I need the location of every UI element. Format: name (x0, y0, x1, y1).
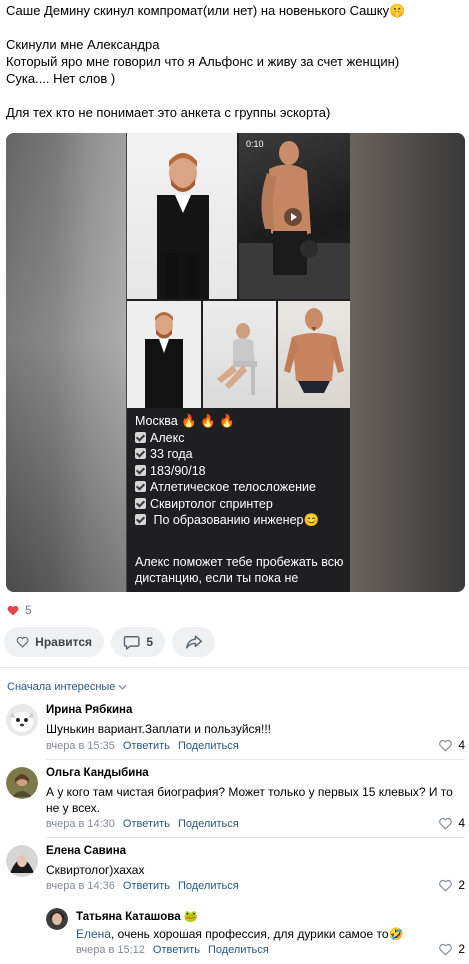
like-button[interactable]: Нравится (4, 627, 104, 657)
heart-outline-icon (439, 879, 453, 892)
profile-description: Москва 🔥 🔥 🔥 Алекс 33 года 183/90/18 Атл… (135, 413, 345, 587)
avatar[interactable] (6, 767, 38, 799)
avatar[interactable] (6, 845, 38, 877)
heart-outline-icon (16, 636, 29, 648)
comment-time[interactable]: вчера в 14:30 (46, 818, 115, 830)
play-icon[interactable] (284, 208, 302, 226)
video-timecode: 0:10 (246, 139, 264, 149)
ad-line: Сквиртолог спринтер (135, 496, 345, 513)
comment-like-count: 4 (458, 816, 465, 830)
comment-author[interactable]: Татьяна Каташова 🐸 (76, 909, 198, 923)
share-button[interactable] (172, 627, 215, 657)
comment-text: А у кого там чистая биография? Может тол… (46, 785, 453, 815)
comment-icon (123, 635, 140, 650)
post-line: Скинули мне Александра (6, 37, 160, 52)
share-link[interactable]: Поделиться (208, 944, 269, 956)
ad-line-text: 33 года (150, 447, 193, 461)
chevron-down-icon (118, 684, 127, 690)
ad-line: 33 года (135, 446, 345, 463)
ad-line: Атлетическое телосложение (135, 479, 345, 496)
comment-text: Шунькин вариант.Заплати и пользуйся!!! (46, 722, 272, 736)
comment-like-button[interactable]: 2 (438, 942, 465, 956)
photo-man-shirtless (278, 301, 350, 408)
ad-tail-text: Алекс поможет тебе пробежать всю дистанц… (135, 554, 344, 586)
likes-summary[interactable]: 5 (7, 603, 32, 617)
photo-man-in-suit-small (127, 301, 201, 408)
ad-line-text: Алекс (150, 430, 185, 445)
post-photo[interactable]: 0:10 Москва 🔥 🔥 🔥 Алекс 33 года 183/90/1… (6, 133, 465, 592)
post-text: Саше Демину скинул компромат(или нет) на… (6, 2, 466, 121)
ad-line-text: Атлетическое телосложение (150, 480, 316, 494)
share-link[interactable]: Поделиться (178, 880, 239, 892)
reply-link[interactable]: Ответить (123, 880, 170, 892)
heart-outline-icon (439, 817, 453, 830)
post-line: Который яро мне говорил что я Альфонс и … (6, 54, 400, 69)
comment-like-button[interactable]: 2 (438, 878, 465, 892)
comment-time[interactable]: вчера в 15:35 (46, 740, 115, 752)
comment-like-button[interactable]: 4 (438, 816, 465, 830)
comment-count: 5 (146, 635, 153, 649)
reply-link[interactable]: Ответить (153, 944, 200, 956)
post-line: Сука.... Нет слов ) (6, 71, 116, 86)
comments-sort-label: Сначала интересные (7, 681, 116, 693)
comment-like-count: 2 (458, 942, 465, 956)
comment-like-count: 4 (458, 738, 465, 752)
heart-outline-icon (439, 943, 453, 956)
comment-like-button[interactable]: 4 (438, 738, 465, 752)
checkbox-icon (135, 448, 146, 459)
photo-man-sitting-on-chair (203, 301, 276, 408)
checkbox-icon (135, 497, 146, 509)
checkbox-icon (135, 464, 146, 476)
ad-line: По образованию инженер😊 (135, 512, 345, 529)
ad-line: Москва 🔥 🔥 🔥 (135, 414, 235, 428)
comment-meta: вчера в 15:35 Ответить Поделиться (46, 740, 239, 752)
heart-filled-icon (7, 605, 19, 615)
checkbox-icon (135, 514, 146, 525)
mention-link[interactable]: Елена (76, 927, 111, 941)
comment-time[interactable]: вчера в 15:12 (76, 944, 145, 956)
divider (46, 759, 465, 760)
comment-text: Елена, очень хорошая профессия, для дури… (76, 926, 466, 942)
share-link[interactable]: Поделиться (178, 818, 239, 830)
photo-blur-right (347, 133, 465, 592)
reply-link[interactable]: Ответить (123, 740, 170, 752)
comment-meta: вчера в 15:12 Ответить Поделиться (76, 944, 269, 956)
comment-meta: вчера в 14:30 Ответить Поделиться (46, 818, 239, 830)
comment-author[interactable]: Ольга Кандыбина (46, 767, 149, 779)
author-badge-icon: 🐸 (183, 911, 199, 923)
checkbox-icon (135, 431, 146, 443)
ad-line-text: Сквиртолог спринтер (150, 496, 273, 511)
comment-text: Сквиртолог)хахах (46, 863, 145, 877)
post-line: Для тех кто не понимает это анкета с гру… (6, 105, 331, 120)
comment-meta: вчера в 14:36 Ответить Поделиться (46, 880, 239, 892)
post-line: Саше Демину скинул компромат(или нет) на… (6, 3, 406, 18)
share-link[interactable]: Поделиться (178, 740, 239, 752)
photo-blur-left (6, 133, 126, 592)
divider (46, 837, 465, 838)
comments-sort-dropdown[interactable]: Сначала интересные (7, 681, 127, 693)
heart-outline-icon (439, 739, 453, 752)
checkbox-icon (135, 481, 146, 492)
comment-author[interactable]: Ирина Рябкина (46, 704, 132, 716)
comment-like-count: 2 (458, 878, 465, 892)
ad-line: Алекс (135, 430, 345, 447)
escort-profile-screenshot: 0:10 Москва 🔥 🔥 🔥 Алекс 33 года 183/90/1… (127, 133, 350, 592)
likes-count: 5 (25, 603, 32, 617)
like-button-label: Нравится (35, 635, 92, 649)
ad-line-text: 183/90/18 (150, 463, 206, 478)
photo-man-in-suit (127, 133, 237, 299)
share-icon (185, 635, 202, 649)
comment-author[interactable]: Елена Савина (46, 845, 126, 857)
avatar[interactable] (46, 908, 68, 930)
ad-line: 183/90/18 (135, 463, 345, 480)
reply-link[interactable]: Ответить (123, 818, 170, 830)
ad-line-text: По образованию инженер😊 (150, 513, 320, 527)
comment-button[interactable]: 5 (111, 627, 165, 657)
comment-text-body: , очень хорошая профессия, для дурики са… (110, 927, 404, 941)
comment-author-name: Татьяна Каташова (76, 911, 181, 923)
divider (0, 667, 469, 668)
comment-time[interactable]: вчера в 14:36 (46, 880, 115, 892)
avatar[interactable] (6, 704, 38, 736)
